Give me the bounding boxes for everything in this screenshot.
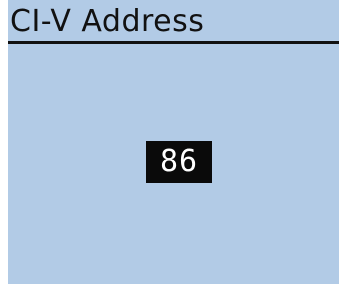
title-bar: CI-V Address bbox=[8, 0, 339, 44]
screen-title: CI-V Address bbox=[10, 4, 205, 39]
address-value: 86 bbox=[159, 144, 199, 179]
address-value-field[interactable]: 86 bbox=[146, 141, 212, 183]
lcd-screen: CI-V Address 86 bbox=[8, 0, 339, 284]
